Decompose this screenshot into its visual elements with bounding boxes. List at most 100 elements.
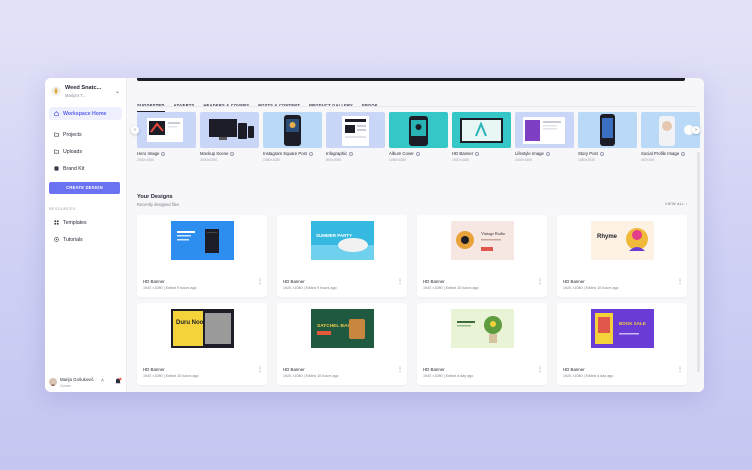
info-icon xyxy=(349,151,354,156)
template-name: Lifestyle Image xyxy=(515,151,550,156)
sidebar-item-workspace-home[interactable]: Workspace Home xyxy=(49,107,122,120)
sidebar-item-brand-kit[interactable]: Brand Kit xyxy=(49,162,122,175)
sidebar-item-uploads[interactable]: Uploads xyxy=(49,145,122,158)
template-story-post[interactable]: Story Post 1080×1920 xyxy=(578,112,637,162)
design-meta: 1920 ×1080 | Edited 10 hours ago xyxy=(283,374,339,378)
home-icon xyxy=(54,111,59,116)
design-thumbnail: SUMMER PARTY xyxy=(311,221,374,260)
template-lifestyle-image[interactable]: Lifestyle Image 2400×1600 xyxy=(515,112,574,162)
design-meta: 1920 ×1080 | Edited 10 hours ago xyxy=(143,374,199,378)
template-name: Infographic xyxy=(326,151,354,156)
carousel-next-button[interactable]: › xyxy=(692,126,700,134)
sidebar-item-label: Tutorials xyxy=(63,236,83,243)
template-dimensions: 1080×1920 xyxy=(578,158,596,162)
more-options-icon[interactable]: ⋮ xyxy=(397,279,403,285)
tab-ebook[interactable]: EBOOK xyxy=(362,103,378,111)
sidebar-item-label: Workspace Home xyxy=(63,110,107,117)
tab-product-gallery[interactable]: PRODUCT GALLERY xyxy=(309,103,353,111)
design-thumbnail xyxy=(171,221,234,260)
design-meta: 1920 ×1080 | Edited a day ago xyxy=(563,374,614,378)
template-tabs: SUGGESTED ADVERTS HEADERS & COVERS POSTS & … xyxy=(137,94,387,112)
template-name: Social Profile Image xyxy=(641,151,686,156)
sidebar-item-label: Uploads xyxy=(63,148,83,155)
template-name: HD Banner xyxy=(452,151,480,156)
more-options-icon[interactable]: ⋮ xyxy=(397,367,403,373)
template-name: Mockup Scene xyxy=(200,151,235,156)
tab-posts-content[interactable]: POSTS & CONTENT xyxy=(258,103,300,111)
folder-icon xyxy=(54,149,59,154)
template-hero-image[interactable]: Hero Image 2000×1500 xyxy=(137,112,196,162)
template-infographic[interactable]: Infographic 800×2000 xyxy=(326,112,385,162)
template-hd-banner[interactable]: HD Banner 1920×1080 xyxy=(452,112,511,162)
view-all-link[interactable]: VIEW ALL › xyxy=(665,202,687,206)
design-meta: 1920 ×1080 | Edited 9 hours ago xyxy=(143,286,197,290)
tab-adverts[interactable]: ADVERTS xyxy=(174,103,195,111)
user-menu[interactable]: Marija Gošuković Owner ˄ xyxy=(49,377,123,389)
chevron-down-icon: ⌄ xyxy=(115,89,121,95)
template-thumbnail xyxy=(578,112,637,148)
your-designs-subtitle: Recently designed files xyxy=(137,202,180,207)
design-thumbnail: Vintage Radio xyxy=(451,221,514,260)
design-title: HD Banner xyxy=(283,279,305,284)
design-card[interactable]: Rhyme HD Banner 1920 ×1080 | Edited 10 h… xyxy=(557,215,687,297)
template-album-cover[interactable]: Album Cover 1080×1080 xyxy=(389,112,448,162)
design-title: HD Banner xyxy=(143,279,165,284)
folder-icon xyxy=(54,132,59,137)
info-icon xyxy=(545,151,550,156)
design-title: HD Banner xyxy=(423,367,445,372)
design-card[interactable]: Vintage Radio HD Banner 1920 ×1080 | Edi… xyxy=(417,215,547,297)
more-options-icon[interactable]: ⋮ xyxy=(257,367,263,373)
tab-headers-covers[interactable]: HEADERS & COVERS xyxy=(203,103,249,111)
template-dimensions: 1080×1080 xyxy=(389,158,407,162)
design-thumbnail: SATCHEL BAGS xyxy=(311,309,374,348)
user-role: Owner xyxy=(60,383,72,388)
template-dimensions: 1920×1080 xyxy=(452,158,470,162)
template-instagram-square-post[interactable]: Instagram Square Post 1080×1080 xyxy=(263,112,322,162)
tab-suggested[interactable]: SUGGESTED xyxy=(137,103,165,112)
create-design-button[interactable]: CREATE DESIGN xyxy=(49,182,120,194)
design-meta: 1920 ×1080 | Edited a day ago xyxy=(423,374,474,378)
design-title: HD Banner xyxy=(563,367,585,372)
hero-banner-strip xyxy=(137,78,685,81)
sidebar-item-tutorials[interactable]: Tutorials xyxy=(49,233,122,246)
template-thumbnail xyxy=(263,112,322,148)
more-options-icon[interactable]: ⋮ xyxy=(537,279,543,285)
sidebar-item-projects[interactable]: Projects xyxy=(49,128,122,141)
more-options-icon[interactable]: ⋮ xyxy=(537,367,543,373)
thumb-text: SUMMER PARTY xyxy=(316,233,352,238)
design-card[interactable]: Duru Noobs HD Banner 1920 ×1080 | Edited… xyxy=(137,303,267,385)
design-card[interactable]: SUMMER PARTY HD Banner 1920 ×1080 | Edit… xyxy=(277,215,407,297)
info-icon xyxy=(681,151,686,156)
info-icon xyxy=(230,151,235,156)
more-options-icon[interactable]: ⋮ xyxy=(257,279,263,285)
resources-heading: RESOURCES xyxy=(49,207,76,211)
info-icon xyxy=(161,151,166,156)
scrollbar[interactable] xyxy=(697,152,700,372)
design-card[interactable]: HD Banner 1920 ×1080 | Edited 9 hours ag… xyxy=(137,215,267,297)
design-title: HD Banner xyxy=(423,279,445,284)
more-options-icon[interactable]: ⋮ xyxy=(677,367,683,373)
templates-icon xyxy=(54,220,59,225)
design-thumbnail: BOOK SALE xyxy=(591,309,654,348)
design-card[interactable]: BOOK SALE HD Banner 1920 ×1080 | Edited … xyxy=(557,303,687,385)
design-card[interactable]: SATCHEL BAGS HD Banner 1920 ×1080 | Edit… xyxy=(277,303,407,385)
template-mockup-scene[interactable]: Mockup Scene 3000×2250 xyxy=(200,112,259,162)
design-card[interactable]: HD Banner 1920 ×1080 | Edited a day ago … xyxy=(417,303,547,385)
design-meta: 1920 ×1080 | Edited 10 hours ago xyxy=(563,286,619,290)
info-icon xyxy=(415,151,420,156)
design-meta: 1920 ×1080 | Edited 10 hours ago xyxy=(423,286,479,290)
template-thumbnail xyxy=(200,112,259,148)
template-name: Album Cover xyxy=(389,151,420,156)
avatar xyxy=(49,378,57,386)
template-name: Instagram Square Post xyxy=(263,151,313,156)
design-title: HD Banner xyxy=(563,279,585,284)
carousel-prev-button[interactable]: ‹ xyxy=(131,126,139,134)
thumb-text: BOOK SALE xyxy=(619,321,646,326)
sidebar-item-templates[interactable]: Templates xyxy=(49,216,122,229)
workspace-switcher[interactable]: Weed Snatc... Marija's T... ⌄ xyxy=(51,84,121,104)
more-options-icon[interactable]: ⋮ xyxy=(677,279,683,285)
template-carousel: Hero Image 2000×1500 Mockup Scene 3000×2… xyxy=(131,112,700,170)
template-thumbnail xyxy=(326,112,385,148)
template-thumbnail xyxy=(452,112,511,148)
bell-icon[interactable] xyxy=(114,377,122,385)
